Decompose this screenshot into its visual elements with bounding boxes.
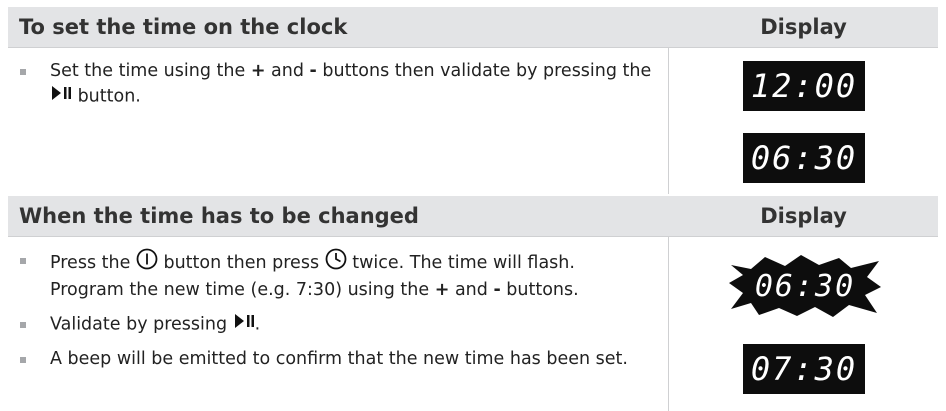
set-clock-section: To set the time on the clock Display Set… — [8, 7, 938, 194]
section-body: Set the time using the + and - buttons t… — [8, 48, 938, 194]
bullet-marker — [20, 258, 26, 264]
instructions: Set the time using the + and - buttons t… — [8, 48, 668, 194]
lcd-display: 06:30 — [754, 268, 856, 304]
lcd-display: 07:30 — [743, 344, 865, 394]
lcd-display: 12:00 — [743, 61, 865, 111]
section-body: Press the button then press twice. The t… — [8, 237, 938, 411]
bullet-marker — [20, 322, 26, 328]
plus-symbol: + — [250, 61, 266, 81]
bullet-marker — [20, 356, 26, 363]
minus-symbol: - — [493, 280, 501, 300]
list-item: Validate by pressing . — [20, 312, 654, 338]
bullet-marker — [20, 69, 26, 75]
play-pause-icon — [50, 84, 72, 109]
section-title: To set the time on the clock — [19, 15, 348, 39]
display-column-label: Display — [760, 15, 847, 39]
flashing-display: 06:30 — [727, 253, 883, 319]
play-pause-icon — [233, 312, 255, 337]
clock-icon — [325, 248, 347, 278]
section-title: When the time has to be changed — [19, 204, 419, 228]
power-icon — [136, 248, 158, 278]
display-column-label: Display — [760, 204, 847, 228]
bullet-text: A beep will be emitted to confirm that t… — [50, 348, 628, 369]
lcd-display: 06:30 — [743, 133, 865, 183]
section-header: To set the time on the clock Display — [8, 7, 938, 48]
plus-symbol: + — [434, 280, 450, 300]
list-item: Press the button then press twice. The t… — [20, 248, 654, 303]
display-column: 06:30 07:30 — [668, 237, 938, 411]
list-item: Set the time using the + and - buttons t… — [20, 59, 654, 110]
display-column: 12:00 06:30 — [668, 48, 938, 194]
instructions: Press the button then press twice. The t… — [8, 237, 668, 411]
change-time-section: When the time has to be changed Display … — [8, 196, 938, 411]
minus-symbol: - — [309, 61, 317, 81]
section-header: When the time has to be changed Display — [8, 196, 938, 237]
list-item: A beep will be emitted to confirm that t… — [20, 347, 654, 372]
